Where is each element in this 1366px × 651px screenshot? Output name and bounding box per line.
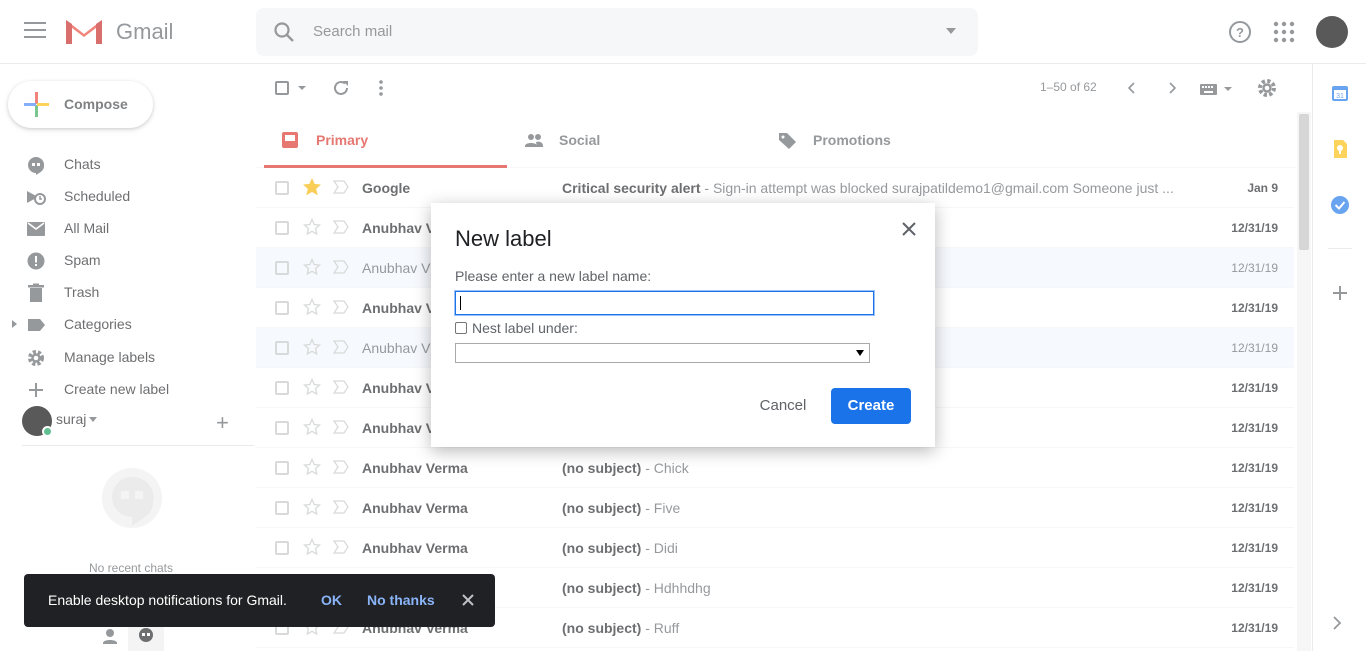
- label-name-prompt: Please enter a new label name:: [455, 268, 652, 284]
- new-label-dialog: New label Please enter a new label name:…: [431, 203, 935, 447]
- notification-snackbar: Enable desktop notifications for Gmail. …: [24, 574, 495, 627]
- snackbar-message: Enable desktop notifications for Gmail.: [48, 592, 287, 608]
- parent-label-select[interactable]: [455, 343, 870, 363]
- ok-button[interactable]: OK: [321, 592, 342, 608]
- create-button[interactable]: Create: [831, 388, 911, 424]
- no-thanks-button[interactable]: No thanks: [367, 592, 435, 608]
- close-icon[interactable]: [899, 219, 919, 239]
- close-icon[interactable]: [461, 593, 475, 607]
- dialog-title: New label: [455, 226, 552, 251]
- cancel-button[interactable]: Cancel: [751, 388, 815, 424]
- nest-label-text[interactable]: Nest label under:: [472, 320, 578, 336]
- label-name-input[interactable]: [454, 290, 875, 316]
- dropdown-arrow-icon[interactable]: [856, 350, 864, 356]
- nest-label-checkbox[interactable]: [455, 322, 467, 334]
